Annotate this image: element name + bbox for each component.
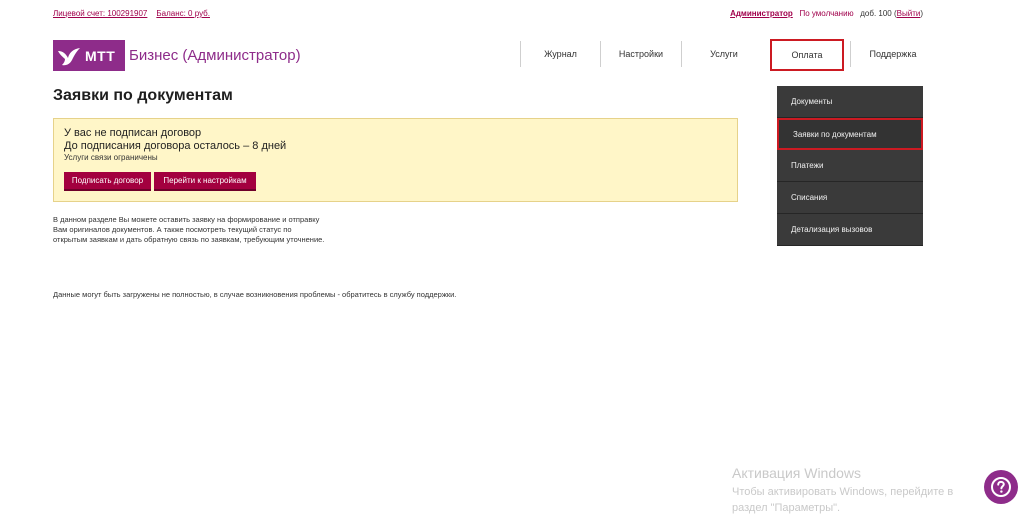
section-description: В данном разделе Вы можете оставить заяв…	[53, 215, 393, 245]
main-nav: Журнал Настройки Услуги Оплата Поддержка	[520, 39, 935, 71]
nav-item-journal[interactable]: Журнал	[520, 41, 600, 67]
nav-item-label: Оплата	[791, 50, 823, 60]
extension-label: доб. 100 (	[860, 9, 897, 18]
nav-item-label: Поддержка	[869, 49, 917, 59]
side-item-payments[interactable]: Платежи	[777, 150, 923, 182]
logo-badge: МТТ	[53, 40, 125, 71]
data-load-notice: Данные могут быть загружены не полностью…	[53, 290, 457, 299]
activation-watermark-line: раздел "Параметры".	[732, 502, 841, 514]
default-profile-label: По умолчанию	[799, 9, 854, 18]
page-title: Заявки по документам	[53, 87, 233, 104]
description-line: В данном разделе Вы можете оставить заяв…	[53, 215, 320, 224]
bird-icon	[58, 47, 80, 65]
logout-link[interactable]: Выйти	[897, 9, 921, 18]
warning-line-restricted: Услуги связи ограничены	[64, 153, 158, 162]
extension-suffix: )	[920, 9, 923, 18]
description-line: Вам оригиналов документов. А также посмо…	[53, 225, 292, 234]
nav-item-label: Услуги	[710, 49, 738, 59]
logo[interactable]: МТТ Бизнес (Администратор)	[53, 40, 301, 71]
nav-item-services[interactable]: Услуги	[681, 41, 766, 67]
side-item-document-requests[interactable]: Заявки по документам	[777, 118, 923, 150]
account-number-link[interactable]: Лицевой счет: 100291907	[53, 9, 147, 18]
side-item-charges[interactable]: Списания	[777, 182, 923, 214]
question-icon	[991, 477, 1011, 497]
nav-item-label: Настройки	[618, 49, 664, 59]
description-line: открытым заявкам и дать обратную связь п…	[53, 235, 325, 244]
help-button[interactable]	[984, 470, 1018, 504]
contract-warning-box: У вас не подписан договор До подписания …	[53, 118, 738, 202]
payment-side-menu: Документы Заявки по документам Платежи С…	[777, 86, 923, 246]
activation-watermark-title: Активация Windows	[732, 465, 862, 481]
side-item-call-details[interactable]: Детализация вызовов	[777, 214, 923, 246]
go-to-settings-button[interactable]: Перейти к настройкам	[154, 172, 256, 191]
user-bar: Администратор По умолчанию доб. 100 (Вый…	[730, 9, 923, 18]
side-item-documents[interactable]: Документы	[777, 86, 923, 118]
balance-link[interactable]: Баланс: 0 руб.	[156, 9, 210, 18]
admin-link[interactable]: Администратор	[730, 9, 793, 18]
nav-item-support[interactable]: Поддержка	[850, 41, 935, 67]
nav-item-settings[interactable]: Настройки	[600, 41, 681, 67]
nav-item-payment[interactable]: Оплата	[770, 39, 844, 71]
warning-line-days-left: До подписания договора осталось – 8 дней	[64, 140, 287, 152]
warning-line-contract: У вас не подписан договор	[64, 127, 202, 139]
sign-contract-button[interactable]: Подписать договор	[64, 172, 151, 191]
nav-item-label: Журнал	[544, 49, 577, 59]
logo-product-text: Бизнес (Администратор)	[129, 47, 301, 64]
logo-brand-text: МТТ	[85, 47, 116, 64]
account-info-bar: Лицевой счет: 100291907 Баланс: 0 руб.	[53, 9, 210, 18]
activation-watermark-line: Чтобы активировать Windows, перейдите в	[732, 486, 954, 498]
